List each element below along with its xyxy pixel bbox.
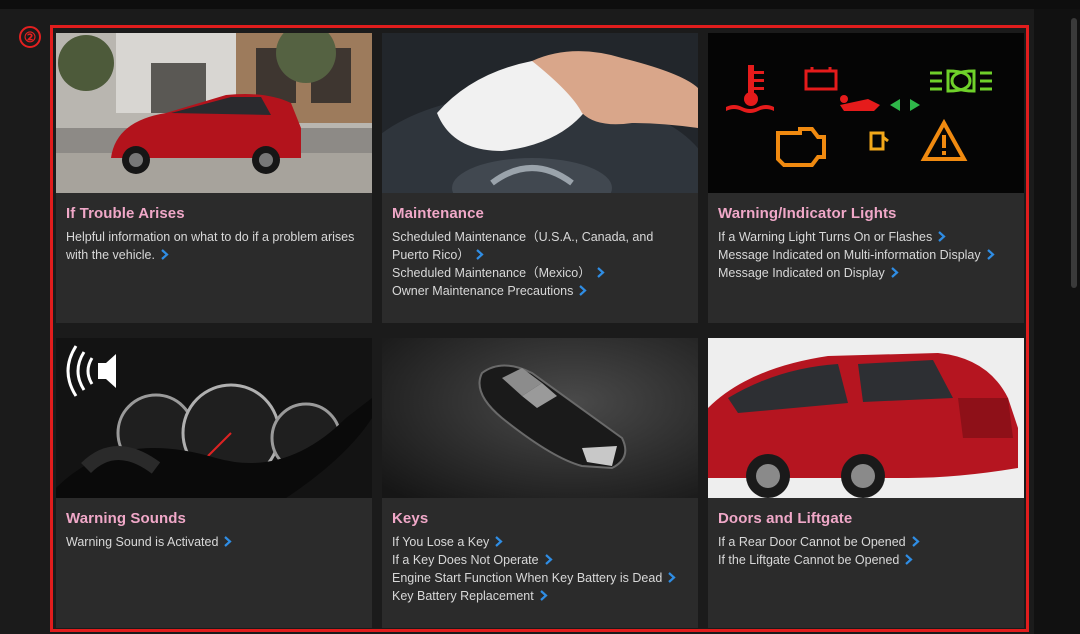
link-text[interactable]: Scheduled Maintenance（Mexico）: [392, 266, 591, 280]
chevron-right-icon: [493, 536, 504, 547]
link-text[interactable]: Warning Sound is Activated: [66, 535, 218, 549]
link-text[interactable]: Engine Start Function When Key Battery i…: [392, 571, 662, 585]
annotation-marker: ②: [19, 26, 41, 48]
link-item[interactable]: Engine Start Function When Key Battery i…: [392, 570, 684, 588]
card-if-trouble-arises[interactable]: If Trouble Arises Helpful information on…: [56, 33, 372, 323]
link-text[interactable]: If a Key Does Not Operate: [392, 553, 539, 567]
link-item[interactable]: Message Indicated on Multi-information D…: [718, 247, 1008, 265]
link-text[interactable]: Key Battery Replacement: [392, 589, 534, 603]
link-item[interactable]: Message Indicated on Display: [718, 265, 1018, 283]
scrollbar[interactable]: [1071, 18, 1077, 288]
link-text[interactable]: Helpful information on what to do if a p…: [66, 230, 354, 262]
link-list: If You Lose a Key If a Key Does Not Oper…: [392, 534, 692, 606]
link-item[interactable]: Key Battery Replacement: [392, 588, 692, 606]
link-text[interactable]: If the Liftgate Cannot be Opened: [718, 553, 899, 567]
link-list: Scheduled Maintenance（U.S.A., Canada, an…: [392, 229, 692, 301]
link-text[interactable]: If a Rear Door Cannot be Opened: [718, 535, 906, 549]
card-title[interactable]: Maintenance: [392, 205, 688, 222]
link-item[interactable]: Warning Sound is Activated: [66, 534, 366, 552]
link-text[interactable]: Owner Maintenance Precautions: [392, 284, 573, 298]
card-maintenance[interactable]: Maintenance Scheduled Maintenance（U.S.A.…: [382, 33, 698, 323]
card-image-smart-key: [382, 338, 698, 498]
chevron-right-icon: [222, 536, 233, 547]
chevron-right-icon: [577, 284, 588, 296]
link-item[interactable]: If a Key Does Not Operate: [392, 552, 692, 570]
card-image-red-suv-rear: [708, 338, 1024, 498]
link-item[interactable]: Scheduled Maintenance（U.S.A., Canada, an…: [392, 229, 692, 264]
chevron-right-icon: [474, 248, 485, 260]
card-title[interactable]: Keys: [392, 510, 688, 527]
card-image-red-suv-street: [56, 33, 372, 193]
card-title[interactable]: Warning/Indicator Lights: [718, 205, 1014, 222]
link-text[interactable]: If a Warning Light Turns On or Flashes: [718, 230, 932, 244]
link-item[interactable]: If a Warning Light Turns On or Flashes: [718, 229, 1018, 247]
chevron-right-icon: [936, 231, 947, 242]
link-list: Warning Sound is Activated: [66, 534, 366, 552]
card-image-hand-wiping-dashboard: [382, 33, 698, 193]
chevron-right-icon: [910, 536, 921, 547]
card-doors-and-liftgate[interactable]: Doors and Liftgate If a Rear Door Cannot…: [708, 338, 1024, 628]
link-item[interactable]: If the Liftgate Cannot be Opened: [718, 552, 1018, 570]
link-list: If a Rear Door Cannot be Opened If the L…: [718, 534, 1018, 570]
card-warning-sounds[interactable]: Warning Sounds Warning Sound is Activate…: [56, 338, 372, 628]
chevron-right-icon: [538, 590, 549, 601]
chevron-right-icon: [903, 554, 914, 565]
card-image-instrument-cluster: [56, 338, 372, 498]
chevron-right-icon: [159, 248, 170, 260]
link-text[interactable]: Message Indicated on Display: [718, 266, 885, 280]
card-title[interactable]: If Trouble Arises: [66, 205, 362, 222]
top-bar: [0, 0, 1080, 9]
link-list: Helpful information on what to do if a p…: [66, 229, 366, 265]
link-item[interactable]: If a Rear Door Cannot be Opened: [718, 534, 1018, 552]
card-title[interactable]: Doors and Liftgate: [718, 510, 1014, 527]
chevron-right-icon: [595, 266, 606, 278]
card-keys[interactable]: Keys If You Lose a Key If a Key Does Not…: [382, 338, 698, 628]
card-image-warning-light-symbols: [708, 33, 1024, 193]
link-item[interactable]: Helpful information on what to do if a p…: [66, 229, 366, 264]
link-list: If a Warning Light Turns On or Flashes M…: [718, 229, 1018, 283]
link-text[interactable]: Message Indicated on Multi-information D…: [718, 248, 981, 262]
link-item[interactable]: Owner Maintenance Precautions: [392, 283, 692, 301]
link-text[interactable]: Scheduled Maintenance（U.S.A., Canada, an…: [392, 230, 653, 262]
chevron-right-icon: [889, 267, 900, 278]
link-item[interactable]: If You Lose a Key: [392, 534, 692, 552]
card-title[interactable]: Warning Sounds: [66, 510, 362, 527]
link-item[interactable]: Scheduled Maintenance（Mexico）: [392, 265, 692, 283]
link-text[interactable]: If You Lose a Key: [392, 535, 489, 549]
chevron-right-icon: [543, 554, 554, 565]
card-warning-indicator-lights[interactable]: Warning/Indicator Lights If a Warning Li…: [708, 33, 1024, 323]
chevron-right-icon: [985, 249, 996, 260]
chevron-right-icon: [666, 572, 677, 583]
